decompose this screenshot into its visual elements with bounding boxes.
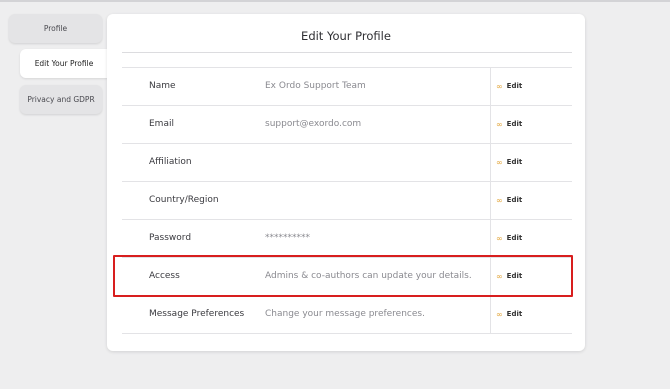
tab-privacy-and-gdpr[interactable]: Privacy and GDPR <box>20 85 102 114</box>
link-icon: ∞ <box>496 120 503 129</box>
field-label: Email <box>149 119 174 129</box>
edit-message-preferences-button[interactable]: ∞ Edit <box>490 296 522 333</box>
link-icon: ∞ <box>496 82 503 91</box>
edit-profile-card: Edit Your Profile Name Ex Ordo Support T… <box>107 14 585 351</box>
field-value: Change your message preferences. <box>265 309 425 319</box>
tab-edit-your-profile-label: Edit Your Profile <box>34 59 94 68</box>
edit-label: Edit <box>506 120 523 128</box>
field-label: Password <box>149 233 192 243</box>
edit-label: Edit <box>506 196 523 204</box>
field-label: Affiliation <box>149 157 192 167</box>
edit-label: Edit <box>506 158 523 166</box>
edit-password-button[interactable]: ∞ Edit <box>490 220 522 257</box>
edit-label: Edit <box>506 82 523 90</box>
access-row-highlight-box <box>113 255 573 297</box>
field-value: Ex Ordo Support Team <box>265 81 366 91</box>
field-value: ********** <box>265 233 310 243</box>
edit-affiliation-button[interactable]: ∞ Edit <box>490 144 522 181</box>
title-divider <box>122 52 572 53</box>
edit-label: Edit <box>506 234 523 242</box>
field-label: Country/Region <box>149 195 219 205</box>
field-row-name: Name Ex Ordo Support Team ∞ Edit <box>122 67 572 106</box>
edit-name-button[interactable]: ∞ Edit <box>490 68 522 105</box>
card-title: Edit Your Profile <box>301 29 391 43</box>
link-icon: ∞ <box>496 234 503 243</box>
tab-edit-your-profile[interactable]: Edit Your Profile <box>20 49 108 78</box>
tab-profile-label: Profile <box>43 24 68 33</box>
field-row-affiliation: Affiliation ∞ Edit <box>122 143 572 182</box>
field-row-message-preferences: Message Preferences Change your message … <box>122 295 572 334</box>
link-icon: ∞ <box>496 310 503 319</box>
field-value: support@exordo.com <box>265 119 362 129</box>
field-label: Name <box>149 81 176 91</box>
tab-profile[interactable]: Profile <box>9 14 102 43</box>
window-top-border <box>0 0 670 2</box>
field-label: Message Preferences <box>149 309 245 319</box>
edit-country-region-button[interactable]: ∞ Edit <box>490 182 522 219</box>
edit-label: Edit <box>506 310 523 318</box>
edit-email-button[interactable]: ∞ Edit <box>490 106 522 143</box>
field-row-email: Email support@exordo.com ∞ Edit <box>122 105 572 144</box>
link-icon: ∞ <box>496 158 503 167</box>
field-row-password: Password ********** ∞ Edit <box>122 219 572 258</box>
tab-privacy-label: Privacy and GDPR <box>27 95 95 104</box>
link-icon: ∞ <box>496 196 503 205</box>
field-row-country-region: Country/Region ∞ Edit <box>122 181 572 220</box>
